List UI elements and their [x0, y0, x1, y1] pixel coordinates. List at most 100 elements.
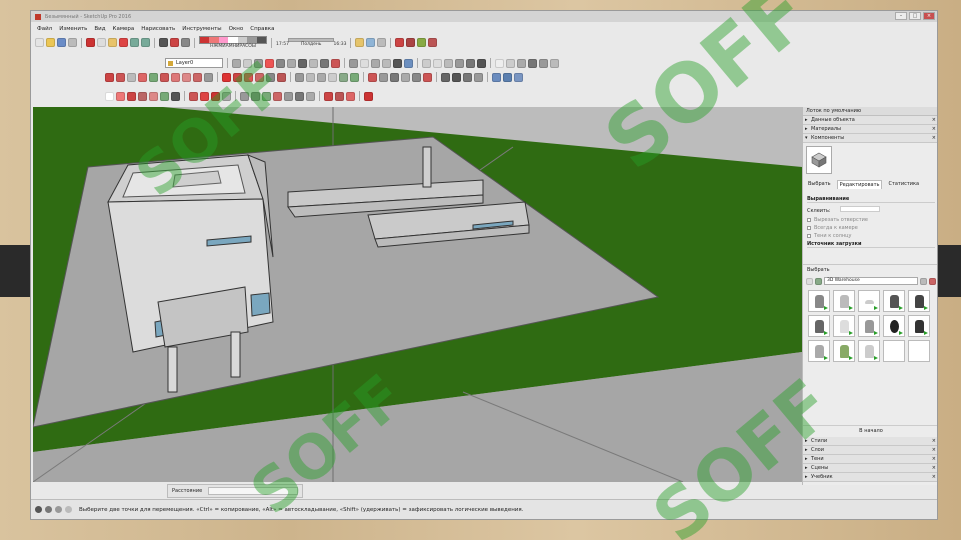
- solid-tools-icon[interactable]: [232, 58, 241, 68]
- subtract-icon[interactable]: [287, 58, 296, 68]
- component-thumb[interactable]: [808, 340, 830, 362]
- zoom-extents-2-icon[interactable]: [306, 91, 315, 101]
- paint-bucket-icon[interactable]: [171, 91, 180, 101]
- component-search-input[interactable]: 3D Warehouse: [824, 277, 918, 285]
- section-plane-icon[interactable]: [474, 72, 483, 82]
- display-sections-icon[interactable]: [492, 72, 501, 82]
- monochrome-icon[interactable]: [477, 58, 486, 68]
- section-icon[interactable]: [243, 58, 252, 68]
- erase-icon[interactable]: [119, 38, 128, 47]
- zoom-extents-icon[interactable]: [412, 72, 421, 82]
- dimension-icon[interactable]: [306, 72, 315, 82]
- move-icon[interactable]: [222, 72, 231, 82]
- xray-icon[interactable]: [422, 58, 431, 68]
- components-icon[interactable]: [428, 38, 438, 47]
- component-thumb[interactable]: [908, 315, 930, 337]
- warehouse-2-icon[interactable]: [324, 91, 333, 101]
- push-pull-icon[interactable]: [233, 72, 242, 82]
- components-2-icon[interactable]: [335, 91, 344, 101]
- warehouse-models-icon[interactable]: [506, 58, 515, 68]
- tape-2-icon[interactable]: [240, 91, 249, 101]
- eraser-icon[interactable]: [116, 91, 125, 101]
- tape-measure-icon[interactable]: [295, 72, 304, 82]
- component-thumb[interactable]: [808, 290, 830, 312]
- open-file-icon[interactable]: [46, 38, 55, 47]
- tray-shadows[interactable]: Тени ×: [803, 455, 937, 464]
- tray-entity-info[interactable]: Данные объекта ×: [803, 116, 937, 125]
- outer-shell-icon[interactable]: [254, 58, 263, 68]
- menu-camera[interactable]: Камера: [113, 26, 135, 32]
- orbit-2-icon[interactable]: [273, 91, 282, 101]
- pager[interactable]: В начало: [803, 425, 937, 434]
- menu-file[interactable]: Файл: [37, 26, 52, 32]
- menu-view[interactable]: Вид: [94, 26, 105, 32]
- intersect-icon[interactable]: [265, 58, 274, 68]
- orbit-icon[interactable]: [368, 72, 377, 82]
- box-icon[interactable]: [320, 58, 329, 68]
- save-icon[interactable]: [57, 38, 66, 47]
- terrain-icon[interactable]: [539, 58, 548, 68]
- warehouse-icon[interactable]: [170, 38, 179, 47]
- tray-close-icon[interactable]: ×: [932, 125, 936, 134]
- component-thumb[interactable]: [858, 340, 880, 362]
- three-point-arc-icon[interactable]: [193, 72, 202, 82]
- geo-location-icon[interactable]: [528, 58, 537, 68]
- cube-icon[interactable]: [377, 38, 387, 47]
- shaded-textures-icon[interactable]: [466, 58, 475, 68]
- ruby-icon[interactable]: [395, 38, 405, 47]
- component-thumb[interactable]: [908, 290, 930, 312]
- ruby-2-icon[interactable]: [364, 91, 373, 101]
- geo-location-status-icon[interactable]: [35, 506, 42, 513]
- pencil-icon[interactable]: [127, 91, 136, 101]
- component-thumb[interactable]: [808, 315, 830, 337]
- checkbox[interactable]: [807, 226, 811, 230]
- minimize-button[interactable]: –: [895, 12, 907, 20]
- share-model-icon[interactable]: [417, 38, 427, 47]
- component-thumb[interactable]: [833, 315, 855, 337]
- menu-window[interactable]: Окно: [229, 26, 244, 32]
- line-icon[interactable]: [105, 72, 114, 82]
- checkbox[interactable]: [807, 218, 811, 222]
- union-icon[interactable]: [276, 58, 285, 68]
- tab-select[interactable]: Выбрать: [806, 180, 833, 189]
- help-icon[interactable]: [65, 506, 72, 513]
- component-thumb[interactable]: [833, 290, 855, 312]
- move-2-icon[interactable]: [200, 91, 209, 101]
- shaded-icon[interactable]: [455, 58, 464, 68]
- pan-icon[interactable]: [379, 72, 388, 82]
- zoom-icon[interactable]: [390, 72, 399, 82]
- pie-icon[interactable]: [204, 72, 213, 82]
- measurements-input[interactable]: [208, 487, 298, 495]
- view-options-icon[interactable]: [806, 277, 813, 285]
- rectangle-icon[interactable]: [127, 72, 136, 82]
- rotate-icon[interactable]: [244, 72, 253, 82]
- rotate-2-icon[interactable]: [211, 91, 220, 101]
- folder-icon[interactable]: [355, 38, 365, 47]
- extension-icon[interactable]: [181, 38, 190, 47]
- zoom-window-icon[interactable]: [401, 72, 410, 82]
- tray-close-icon[interactable]: ×: [932, 437, 936, 446]
- menu-help[interactable]: Справка: [250, 26, 274, 32]
- option-face-camera[interactable]: Всегда к камере: [807, 225, 935, 231]
- menu-draw[interactable]: Нарисовать: [141, 26, 175, 32]
- look-around-icon[interactable]: [452, 72, 461, 82]
- checkbox[interactable]: [807, 234, 811, 238]
- layer-select[interactable]: Layer0: [165, 58, 223, 68]
- scale-2-icon[interactable]: [222, 91, 231, 101]
- new-file-icon[interactable]: [35, 38, 44, 47]
- tray-close-icon[interactable]: ×: [932, 116, 936, 125]
- previous-view-icon[interactable]: [423, 72, 432, 82]
- paste-icon[interactable]: [108, 38, 117, 47]
- tab-statistics[interactable]: Статистика: [886, 180, 921, 189]
- hidden-line-icon[interactable]: [444, 58, 453, 68]
- camera-icon[interactable]: [366, 38, 376, 47]
- offset-icon[interactable]: [277, 72, 286, 82]
- redo-icon[interactable]: [141, 38, 150, 47]
- scene-canvas[interactable]: [33, 107, 802, 482]
- component-thumb[interactable]: [833, 340, 855, 362]
- maximize-button[interactable]: □: [909, 12, 921, 20]
- component-thumb[interactable]: [858, 315, 880, 337]
- option-shadows-face-sun[interactable]: Тени к солнцу: [807, 233, 935, 239]
- style-color-bar[interactable]: [199, 36, 267, 44]
- follow-me-icon[interactable]: [255, 72, 264, 82]
